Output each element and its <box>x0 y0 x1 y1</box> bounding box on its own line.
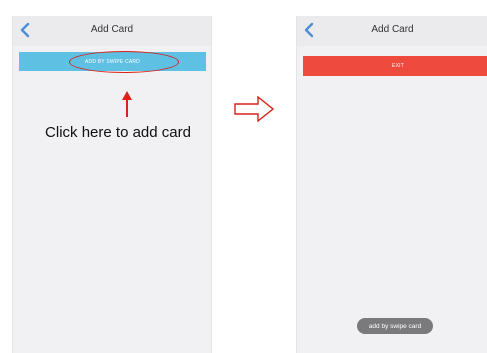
exit-button[interactable]: EXIT <box>303 56 487 76</box>
add-by-swipe-card-button[interactable]: ADD BY SWIPE CARD <box>19 52 206 71</box>
page-title: Add Card <box>90 24 134 35</box>
annotation-text: Click here to add card <box>45 124 191 141</box>
page-title: Add Card <box>371 24 414 35</box>
right-phone-screen: Add Card EXIT add by swipe card <box>296 16 487 353</box>
app-header: Add Card <box>13 16 211 46</box>
annotation-arrow-up-icon <box>122 91 132 117</box>
left-phone-screen: Add Card ADD BY SWIPE CARD Click here to… <box>12 16 212 353</box>
app-header: Add Card <box>297 16 487 46</box>
transition-arrow-icon <box>234 96 274 122</box>
toast-message: add by swipe card <box>357 318 433 334</box>
